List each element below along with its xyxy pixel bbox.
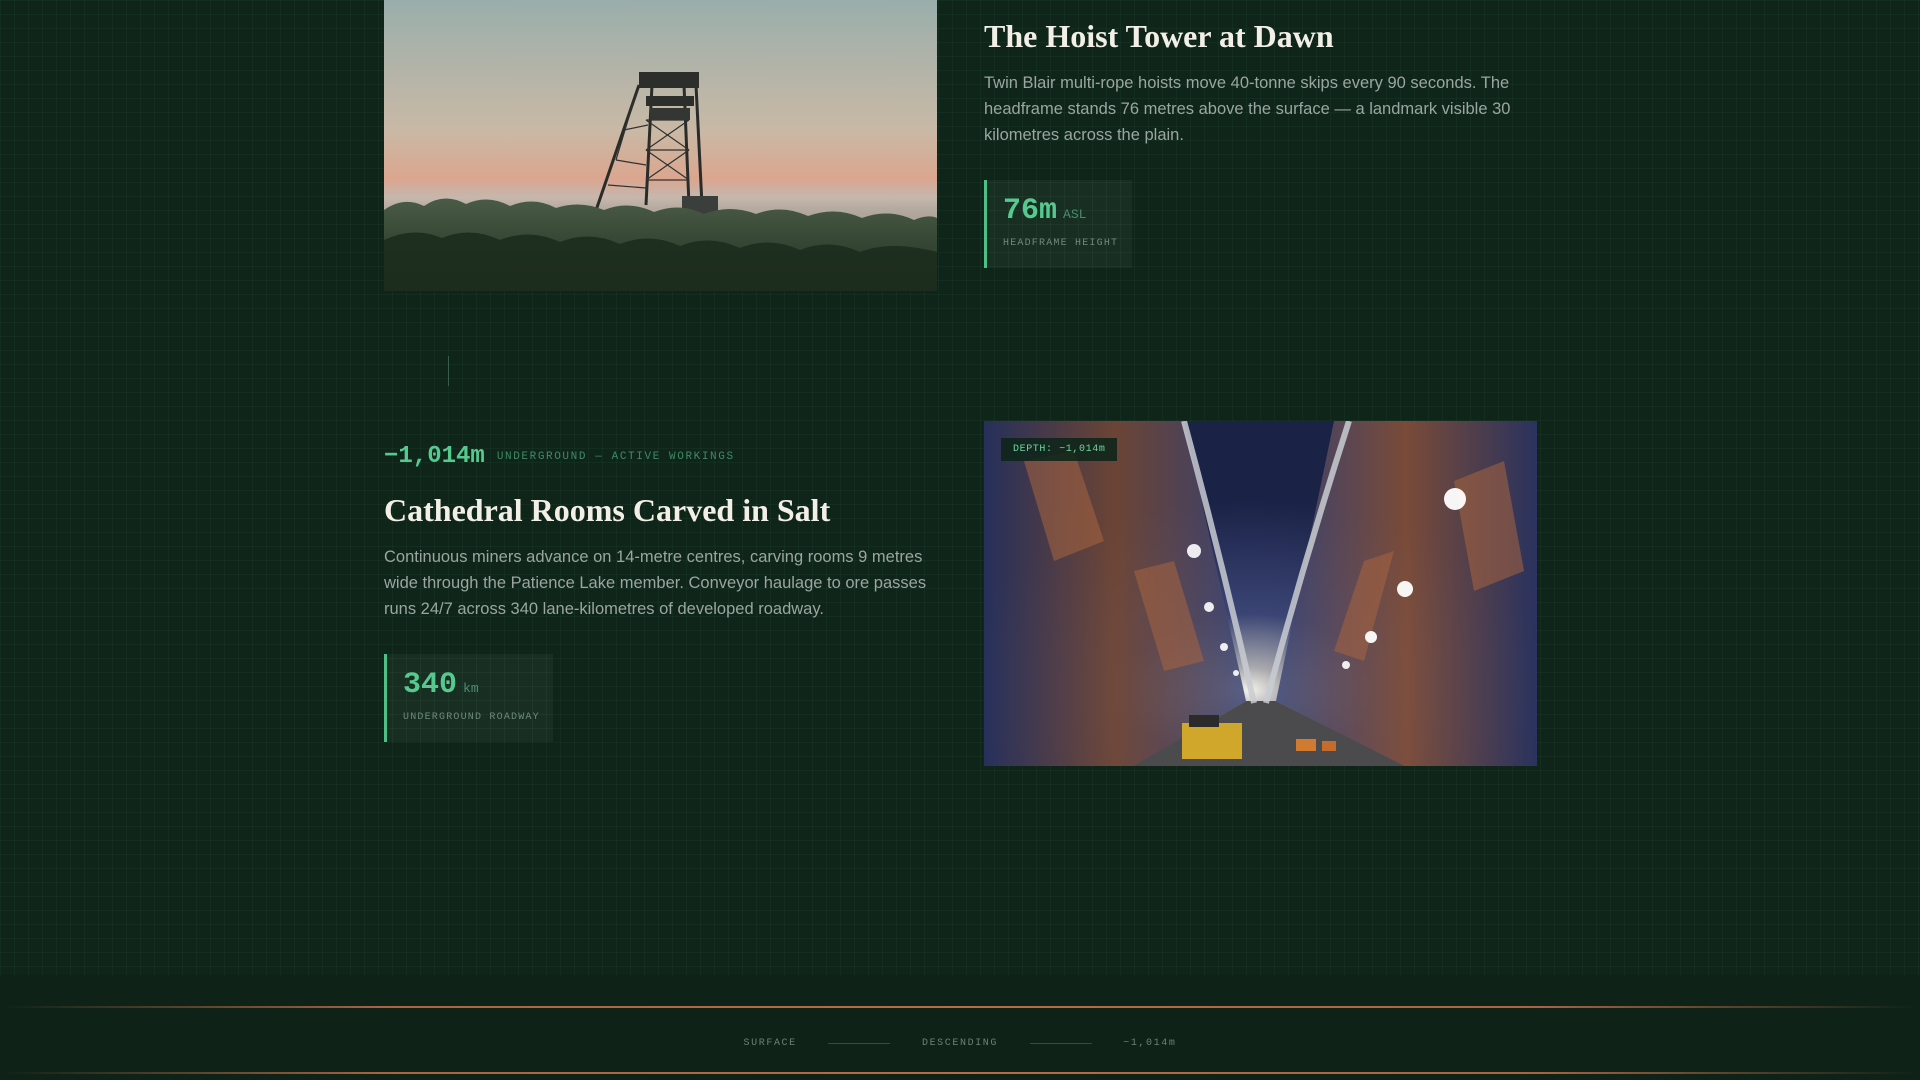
headframe-height-stat: 76m ASL HEADFRAME HEIGHT: [984, 180, 1132, 268]
depth-label: UNDERGROUND — ACTIVE WORKINGS: [496, 451, 735, 463]
stat-label: HEADFRAME HEIGHT: [1003, 238, 1119, 249]
stat-unit: km: [463, 681, 479, 696]
footer-top-line: [0, 1006, 1920, 1008]
stat-value-row: 76m ASL: [1003, 194, 1116, 232]
nav-depth[interactable]: −1,014m: [1123, 1038, 1176, 1049]
stat-value-row: 340 km: [403, 668, 537, 706]
nav-descending[interactable]: DESCENDING: [922, 1038, 998, 1049]
depth-value: −1,014m: [384, 443, 485, 470]
mine-tunnel-photo: DEPTH: −1,014m: [984, 421, 1537, 766]
nav-surface[interactable]: SURFACE: [744, 1038, 797, 1049]
stat-value: 76m: [1003, 194, 1058, 228]
stat-unit: ASL: [1063, 207, 1087, 222]
cathedral-rooms-title: Cathedral Rooms Carved in Salt: [384, 492, 831, 528]
depth-indicator: −1,014m UNDERGROUND — ACTIVE WORKINGS: [384, 443, 735, 470]
depth-tag: DEPTH: −1,014m: [1001, 438, 1118, 461]
nav-separator: [1029, 1043, 1092, 1044]
footer: SURFACE DESCENDING −1,014m: [0, 975, 1920, 1080]
cathedral-rooms-description: Continuous miners advance on 14-metre ce…: [384, 548, 927, 618]
hoist-tower-photo: [384, 0, 937, 291]
footer-bottom-line: [0, 1072, 1920, 1074]
hoist-tower-description: Twin Blair multi-rope hoists move 40-ton…: [984, 74, 1511, 144]
headframe-tower-image: [384, 0, 937, 291]
stat-value: 340: [403, 668, 458, 702]
underground-roadway-stat: 340 km UNDERGROUND ROADWAY: [384, 654, 553, 742]
stat-label: UNDERGROUND ROADWAY: [403, 712, 540, 723]
hoist-tower-title: The Hoist Tower at Dawn: [984, 18, 1334, 54]
nav-separator: [828, 1043, 891, 1044]
mine-tunnel-image: [984, 421, 1537, 766]
section-divider-tick: [448, 356, 449, 386]
depth-progress-nav: SURFACE DESCENDING −1,014m: [0, 1038, 1920, 1050]
